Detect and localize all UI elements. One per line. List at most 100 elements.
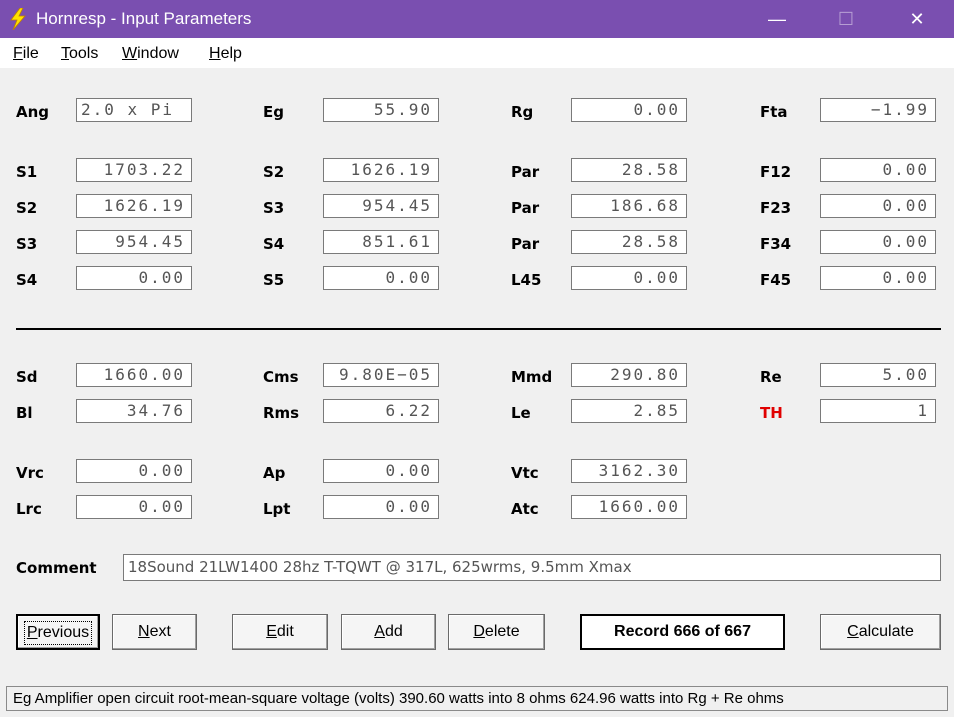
rg-label: Rg (511, 103, 534, 121)
s1-field[interactable]: 1703.22 (76, 158, 192, 182)
minimize-button[interactable]: — (754, 0, 800, 38)
eg-field[interactable]: 55.90 (323, 98, 439, 122)
lrc-label: Lrc (16, 500, 42, 518)
rg-field[interactable]: 0.00 (571, 98, 687, 122)
rms-label: Rms (263, 404, 300, 422)
next-label: ext (149, 623, 171, 640)
s4-col2-label: S4 (263, 235, 285, 253)
cms-field[interactable]: 9.80E−05 (323, 363, 439, 387)
f45-label: F45 (760, 271, 792, 289)
fta-field[interactable]: −1.99 (820, 98, 936, 122)
s4-label: S4 (16, 271, 38, 289)
f12-field[interactable]: 0.00 (820, 158, 936, 182)
comment-field[interactable]: 18Sound 21LW1400 28hz T-TQWT @ 317L, 625… (123, 554, 941, 581)
calculate-accel: C (847, 623, 859, 640)
vtc-field[interactable]: 3162.30 (571, 459, 687, 483)
le-label: Le (511, 404, 531, 422)
menu-window-label: indow (137, 45, 179, 62)
s2-col2-label: S2 (263, 163, 285, 181)
vrc-field[interactable]: 0.00 (76, 459, 192, 483)
th-label: TH (760, 404, 783, 422)
mmd-label: Mmd (511, 368, 553, 386)
atc-label: Atc (511, 500, 539, 518)
edit-button[interactable]: Edit (232, 614, 328, 650)
cms-label: Cms (263, 368, 299, 386)
s2-field[interactable]: 1626.19 (76, 194, 192, 218)
s4-col2-field[interactable]: 851.61 (323, 230, 439, 254)
edit-label: dit (276, 623, 294, 640)
calculate-button[interactable]: Calculate (820, 614, 941, 650)
ang-field[interactable]: 2.0 x Pi (76, 98, 192, 122)
lrc-field[interactable]: 0.00 (76, 495, 192, 519)
lpt-label: Lpt (263, 500, 291, 518)
menu-window-accel: W (122, 45, 138, 62)
par2-label: Par (511, 199, 540, 217)
s4-field[interactable]: 0.00 (76, 266, 192, 290)
par1-field[interactable]: 28.58 (571, 158, 687, 182)
add-label: dd (384, 623, 403, 640)
next-accel: N (138, 623, 150, 640)
f45-field[interactable]: 0.00 (820, 266, 936, 290)
vrc-label: Vrc (16, 464, 44, 482)
section-divider (16, 328, 941, 330)
s1-label: S1 (16, 163, 38, 181)
s5-field[interactable]: 0.00 (323, 266, 439, 290)
ap-label: Ap (263, 464, 286, 482)
f23-field[interactable]: 0.00 (820, 194, 936, 218)
previous-button[interactable]: Previous (16, 614, 100, 650)
ang-label: Ang (16, 103, 50, 121)
sd-field[interactable]: 1660.00 (76, 363, 192, 387)
comment-label: Comment (16, 559, 97, 577)
par2-field[interactable]: 186.68 (571, 194, 687, 218)
s5-label: S5 (263, 271, 285, 289)
mmd-field[interactable]: 290.80 (571, 363, 687, 387)
calculate-label: alculate (858, 623, 914, 640)
menu-help[interactable]: Help (209, 45, 242, 63)
ap-field[interactable]: 0.00 (323, 459, 439, 483)
fta-label: Fta (760, 103, 788, 121)
f23-label: F23 (760, 199, 792, 217)
re-label: Re (760, 368, 782, 386)
sd-label: Sd (16, 368, 38, 386)
f34-field[interactable]: 0.00 (820, 230, 936, 254)
record-indicator: Record 666 of 667 (580, 614, 785, 650)
atc-field[interactable]: 1660.00 (571, 495, 687, 519)
bl-field[interactable]: 34.76 (76, 399, 192, 423)
le-field[interactable]: 2.85 (571, 399, 687, 423)
edit-accel: E (266, 623, 277, 640)
delete-accel: D (473, 623, 485, 640)
title-bar[interactable]: Hornresp - Input Parameters — ☐ ✕ (0, 0, 954, 38)
menu-file[interactable]: File (13, 45, 39, 63)
re-field[interactable]: 5.00 (820, 363, 936, 387)
menu-file-accel: F (13, 45, 23, 62)
par1-label: Par (511, 163, 540, 181)
vtc-label: Vtc (511, 464, 539, 482)
lightning-bolt-icon (10, 8, 26, 30)
lpt-field[interactable]: 0.00 (323, 495, 439, 519)
menu-tools[interactable]: Tools (61, 45, 98, 63)
l45-field[interactable]: 0.00 (571, 266, 687, 290)
close-button[interactable]: ✕ (894, 0, 940, 38)
s3-label: S3 (16, 235, 38, 253)
menu-window[interactable]: Window (122, 45, 179, 63)
s3-field[interactable]: 954.45 (76, 230, 192, 254)
f12-label: F12 (760, 163, 792, 181)
add-accel: A (374, 623, 385, 640)
s2-col2-field[interactable]: 1626.19 (323, 158, 439, 182)
menu-file-label: ile (22, 45, 39, 62)
add-button[interactable]: Add (341, 614, 436, 650)
eg-label: Eg (263, 103, 284, 121)
menu-tools-label: ools (69, 45, 99, 62)
status-bar: Eg Amplifier open circuit root-mean-squa… (6, 686, 948, 711)
maximize-button[interactable]: ☐ (823, 0, 869, 38)
previous-label: revious (37, 624, 90, 641)
par3-field[interactable]: 28.58 (571, 230, 687, 254)
rms-field[interactable]: 6.22 (323, 399, 439, 423)
next-button[interactable]: Next (112, 614, 197, 650)
th-field[interactable]: 1 (820, 399, 936, 423)
s3-col2-field[interactable]: 954.45 (323, 194, 439, 218)
menu-help-accel: H (209, 45, 221, 62)
s3-col2-label: S3 (263, 199, 285, 217)
l45-label: L45 (511, 271, 542, 289)
delete-button[interactable]: Delete (448, 614, 545, 650)
